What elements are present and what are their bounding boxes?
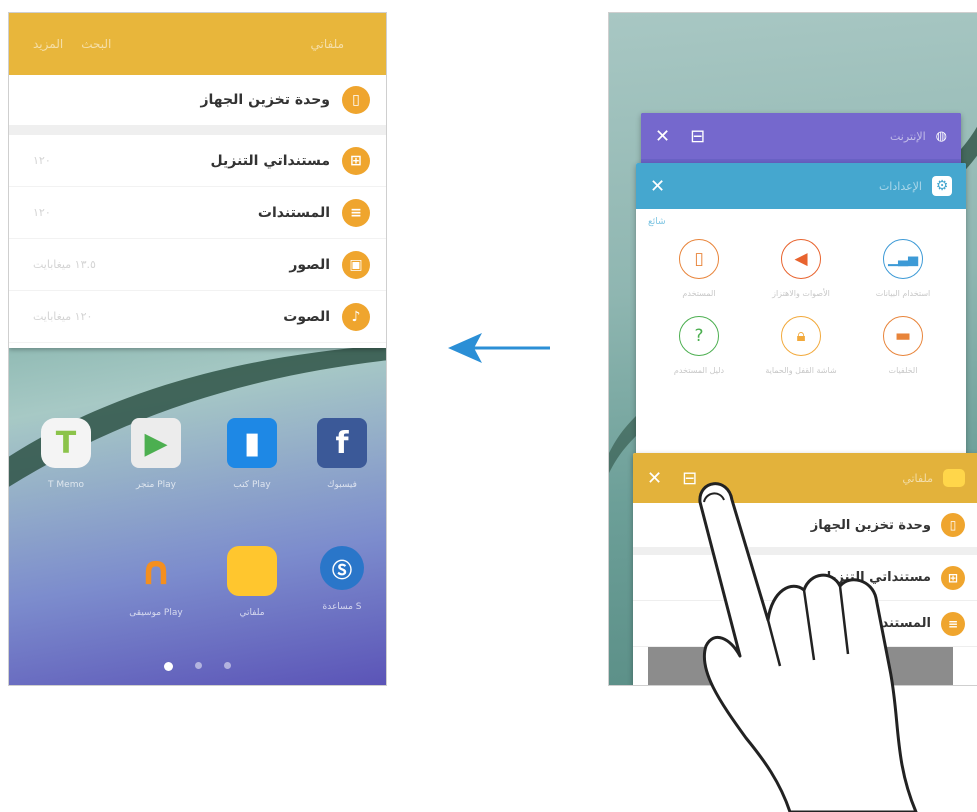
document-icon: ≡ [941, 611, 965, 636]
play-music-icon: ∩ [139, 548, 173, 594]
app-label: ملفاتي [239, 608, 265, 618]
download-icon: ⊞ [941, 565, 965, 590]
setting-item[interactable]: ▁▃▅ استخدام البيانات [852, 239, 954, 298]
category-size: ١٢٠ [33, 206, 51, 219]
app-label: فيسبوك [327, 480, 357, 490]
category-label: الصور [289, 256, 330, 273]
app-label: كتب Play [233, 480, 271, 490]
setting-label: الخلفيات [888, 366, 918, 375]
app-label: T Memo [48, 480, 84, 490]
app-s-voice[interactable]: Ⓢ مساعدة S [307, 546, 377, 612]
setting-item[interactable]: ▬ الخلفيات [852, 316, 954, 375]
globe-icon: ◍ [935, 128, 947, 144]
category-size: ١٣.٥ ميغابايت [33, 258, 96, 271]
document-icon: ≡ [342, 198, 370, 227]
hand-gesture-icon [698, 482, 918, 812]
app-facebook[interactable]: f فيسبوك [307, 418, 377, 490]
more-action[interactable]: المزيد [33, 37, 63, 51]
device-storage-row[interactable]: وحدة تخزين الجهاز ▯ [9, 75, 386, 135]
folder-icon [943, 469, 965, 487]
category-row-images[interactable]: ١٣.٥ ميغابايت الصور ▣ [9, 239, 386, 291]
category-label: المستندات [257, 204, 330, 221]
category-label: مستنداتي التنزيل [210, 152, 330, 169]
close-icon[interactable]: ✕ [655, 126, 670, 147]
setting-item[interactable]: ▯ المستخدم [648, 239, 750, 298]
category-row-audio[interactable]: ١٢٠ ميغابايت الصوت ♪ [9, 291, 386, 343]
card-header: ✕ الإعدادات ⚙ [636, 163, 966, 209]
app-play-music[interactable]: ∩ موسيقى Play [121, 546, 191, 618]
bar-chart-icon: ▁▃▅ [883, 239, 923, 279]
play-store-icon: ▶ [131, 418, 181, 468]
play-books-icon: ▮ [227, 418, 277, 468]
category-row-downloads[interactable]: ١٢٠ مستنداتي التنزيل ⊞ [9, 135, 386, 187]
tablet-settings-icon: ▯ [679, 239, 719, 279]
close-icon[interactable]: ✕ [647, 468, 662, 489]
page-dot-1[interactable] [164, 662, 173, 671]
app-my-files[interactable]: ملفاتي [217, 546, 287, 618]
setting-label: استخدام البيانات [875, 289, 931, 298]
search-action[interactable]: البحث [81, 37, 111, 51]
music-icon: ♪ [342, 302, 370, 331]
section-label: شائع [648, 217, 666, 227]
left-phone-screen: المزيد البحث ملفاتي وحدة تخزين الجهاز ▯ … [8, 12, 387, 686]
volume-icon: ◀ [781, 239, 821, 279]
card-title: الإعدادات [878, 179, 922, 193]
category-size: ١٢٠ [33, 154, 51, 167]
gear-icon: ⚙ [932, 176, 952, 196]
help-icon: ? [679, 316, 719, 356]
setting-item[interactable]: 🔒︎ شاشة القفل والحماية [750, 316, 852, 375]
page-indicator [9, 662, 386, 671]
popup-title: ملفاتي [310, 37, 344, 51]
setting-label: الأصوات والاهتزاز [772, 289, 830, 298]
folder-icon [227, 546, 277, 596]
app-label: متجر Play [136, 480, 176, 490]
card-header: ✕ ⊟ الإنترنت ◍ [641, 113, 961, 159]
setting-label: المستخدم [682, 289, 716, 298]
category-label: الصوت [283, 308, 330, 325]
phone-icon: ▯ [941, 513, 965, 537]
phone-icon: ▯ [342, 86, 370, 114]
split-view-icon[interactable]: ⊟ [690, 126, 705, 147]
popup-header: المزيد البحث ملفاتي [9, 13, 386, 75]
my-files-popup: المزيد البحث ملفاتي وحدة تخزين الجهاز ▯ … [9, 13, 386, 348]
page-dot-3[interactable] [224, 662, 231, 669]
card-title: الإنترنت [890, 129, 926, 143]
lock-icon: 🔒︎ [781, 316, 821, 356]
recent-app-card-settings[interactable]: ✕ الإعدادات ⚙ شائع ▯ المستخدم ◀ الأصوات … [636, 163, 966, 473]
app-play-books[interactable]: ▮ كتب Play [217, 418, 287, 490]
category-size: ١٢٠ ميغابايت [33, 310, 93, 323]
memo-icon: T [41, 418, 91, 468]
setting-item[interactable]: ? دليل المستخدم [648, 316, 750, 375]
image-icon: ▣ [342, 250, 370, 279]
setting-label: دليل المستخدم [673, 366, 725, 375]
setting-label: شاشة القفل والحماية [765, 366, 837, 375]
download-icon: ⊞ [342, 146, 370, 175]
setting-item[interactable]: ◀ الأصوات والاهتزاز [750, 239, 852, 298]
app-label: مساعدة S [322, 602, 362, 612]
category-row-documents[interactable]: ١٢٠ المستندات ≡ [9, 187, 386, 239]
close-icon[interactable]: ✕ [650, 176, 665, 197]
storage-label: وحدة تخزين الجهاز [200, 92, 330, 108]
app-play-store[interactable]: ▶ متجر Play [121, 418, 191, 490]
s-voice-icon: Ⓢ [320, 546, 364, 590]
app-memo[interactable]: T T Memo [31, 418, 101, 490]
facebook-icon: f [317, 418, 367, 468]
left-arrow-icon [448, 333, 550, 363]
settings-grid: ▯ المستخدم ◀ الأصوات والاهتزاز ▁▃▅ استخد… [636, 227, 966, 375]
page-dot-2[interactable] [195, 662, 202, 669]
wallpaper-icon: ▬ [883, 316, 923, 356]
app-label: موسيقى Play [129, 608, 183, 618]
